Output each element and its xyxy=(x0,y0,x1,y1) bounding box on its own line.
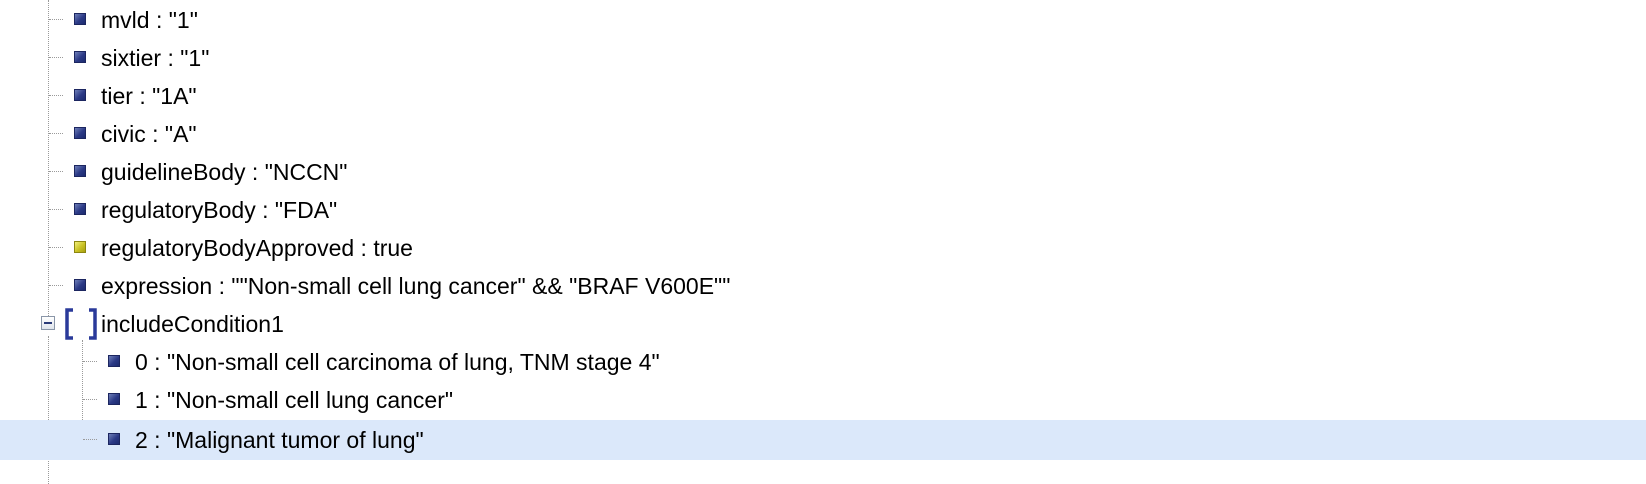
node-value: "Malignant tumor of lung" xyxy=(166,427,424,453)
collapse-toggle-icon[interactable] xyxy=(41,316,55,330)
node-key: 0 xyxy=(135,349,148,375)
tree-node-civic[interactable]: civic : "A" xyxy=(0,114,1646,154)
node-separator: : xyxy=(161,45,181,71)
node-value: ""Non-small cell lung cancer" && "BRAF V… xyxy=(231,273,731,299)
node-separator: : xyxy=(145,121,165,147)
node-key: mvld xyxy=(101,7,150,33)
node-separator: : xyxy=(212,273,232,299)
tree-node-includecondition1[interactable]: includeCondition1 xyxy=(0,304,1646,344)
node-value: true xyxy=(373,235,413,261)
node-value: "Non-small cell carcinoma of lung, TNM s… xyxy=(166,349,660,375)
node-separator: : xyxy=(147,387,167,413)
tree-node-guidelinebody[interactable]: guidelineBody : "NCCN" xyxy=(0,152,1646,192)
node-key: guidelineBody xyxy=(101,159,246,185)
tree-connector xyxy=(49,247,63,248)
node-key: sixtier xyxy=(101,45,162,71)
tree-node-regulatorybody[interactable]: regulatoryBody : "FDA" xyxy=(0,190,1646,230)
string-value-icon xyxy=(74,203,86,215)
node-label: expression : ""Non-small cell lung cance… xyxy=(101,272,730,300)
node-label: mvld : "1" xyxy=(101,6,198,34)
node-label: tier : "1A" xyxy=(101,82,197,110)
node-value: "1A" xyxy=(152,83,197,109)
node-separator: : xyxy=(149,7,169,33)
node-value: "1" xyxy=(180,45,210,71)
string-value-icon xyxy=(108,355,120,367)
node-label: guidelineBody : "NCCN" xyxy=(101,158,347,186)
boolean-value-icon xyxy=(74,241,86,253)
tree-connector xyxy=(49,209,63,210)
node-value: "1" xyxy=(168,7,198,33)
string-value-icon xyxy=(74,13,86,25)
string-value-icon xyxy=(74,127,86,139)
node-separator: : xyxy=(255,197,275,223)
tree-node-includecondition1-2[interactable]: 2 : "Malignant tumor of lung" xyxy=(0,420,1646,460)
node-key: civic xyxy=(101,121,146,147)
tree-connector xyxy=(83,399,97,400)
tree-connector xyxy=(83,439,97,440)
tree-node-includecondition1-0[interactable]: 0 : "Non-small cell carcinoma of lung, T… xyxy=(0,342,1646,382)
tree-connector xyxy=(49,171,63,172)
node-label: regulatoryBodyApproved : true xyxy=(101,234,413,262)
array-brackets-icon xyxy=(65,308,97,340)
string-value-icon xyxy=(74,51,86,63)
tree-node-expression[interactable]: expression : ""Non-small cell lung cance… xyxy=(0,266,1646,306)
node-key: regulatoryBody xyxy=(101,197,256,223)
node-key: regulatoryBodyApproved xyxy=(101,235,355,261)
node-label: 1 : "Non-small cell lung cancer" xyxy=(135,386,453,414)
node-key: 1 xyxy=(135,387,148,413)
string-value-icon xyxy=(74,279,86,291)
node-key: includeCondition1 xyxy=(101,311,284,337)
string-value-icon xyxy=(74,165,86,177)
node-separator: : xyxy=(147,349,167,375)
tree-connector xyxy=(49,57,63,58)
tree-node-mvld[interactable]: mvld : "1" xyxy=(0,0,1646,40)
tree-connector xyxy=(49,19,63,20)
node-label: 0 : "Non-small cell carcinoma of lung, T… xyxy=(135,348,660,376)
json-tree-view: mvld : "1" sixtier : "1" tier : "1A" civ… xyxy=(0,0,1646,484)
node-label: regulatoryBody : "FDA" xyxy=(101,196,337,224)
node-value: "FDA" xyxy=(274,197,338,223)
tree-connector xyxy=(83,361,97,362)
tree-node-regulatorybodyapproved[interactable]: regulatoryBodyApproved : true xyxy=(0,228,1646,268)
node-value: "Non-small cell lung cancer" xyxy=(166,387,454,413)
node-separator: : xyxy=(245,159,265,185)
node-value: "A" xyxy=(164,121,197,147)
node-separator: : xyxy=(132,83,153,109)
node-key: 2 xyxy=(135,427,148,453)
string-value-icon xyxy=(74,89,86,101)
node-label: 2 : "Malignant tumor of lung" xyxy=(135,426,424,454)
node-label: civic : "A" xyxy=(101,120,197,148)
node-separator: : xyxy=(147,427,167,453)
node-label: sixtier : "1" xyxy=(101,44,209,72)
node-separator: : xyxy=(354,235,374,261)
tree-node-sixtier[interactable]: sixtier : "1" xyxy=(0,38,1646,78)
tree-connector xyxy=(49,95,63,96)
node-value: "NCCN" xyxy=(264,159,348,185)
tree-node-includecondition1-1[interactable]: 1 : "Non-small cell lung cancer" xyxy=(0,380,1646,420)
string-value-icon xyxy=(108,393,120,405)
tree-connector xyxy=(49,133,63,134)
tree-node-tier[interactable]: tier : "1A" xyxy=(0,76,1646,116)
node-key: tier xyxy=(101,83,133,109)
tree-connector xyxy=(49,285,63,286)
node-key: expression xyxy=(101,273,213,299)
string-value-icon xyxy=(108,433,120,445)
node-label: includeCondition1 xyxy=(101,310,284,338)
